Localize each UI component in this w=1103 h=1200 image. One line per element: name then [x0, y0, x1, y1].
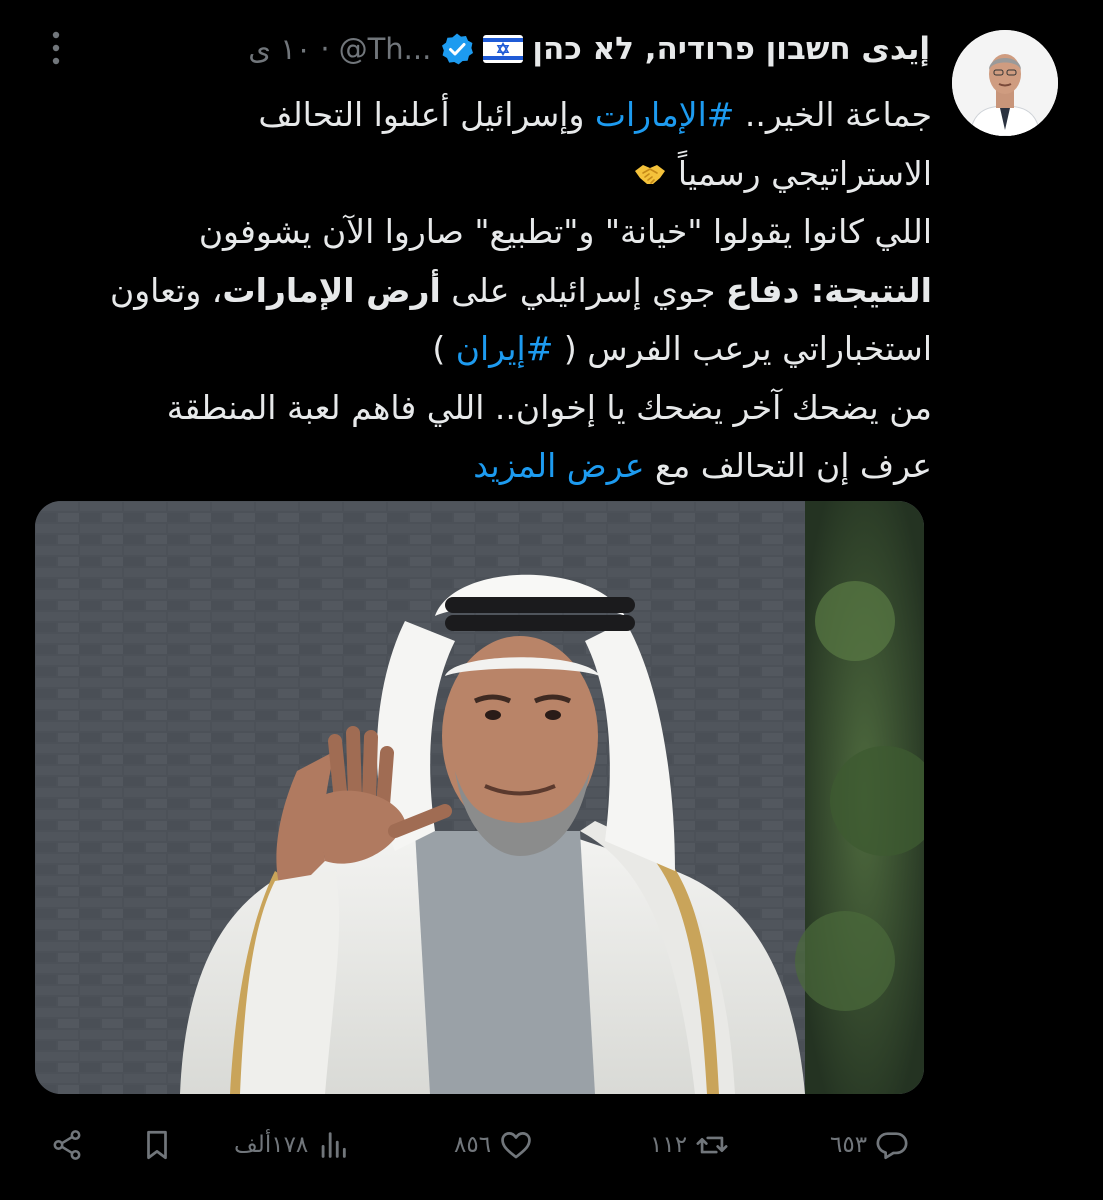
photo-man-waving [35, 501, 924, 1094]
like-count: ٨٥٦ [454, 1132, 492, 1158]
tweet-text: جماعة الخير.. #الإمارات وإسرائيل أعلنوا … [60, 86, 932, 496]
text-segment: اللي كانوا يقولوا "خيانة" و"تطبيع" صاروا… [198, 212, 932, 251]
display-name[interactable]: إيدى חשבון פרודיה, לא כהן [532, 31, 930, 67]
more-button[interactable] [36, 28, 76, 68]
handle[interactable]: @Th... [339, 32, 432, 66]
share-button[interactable] [50, 1115, 84, 1175]
tweet[interactable]: إيدى חשבון פרודיה, לא כהן @Th... · ١٠ ى … [0, 0, 1103, 1200]
tweet-text-line: جماعة الخير.. #الإمارات وإسرائيل أعلنوا … [60, 86, 932, 145]
avatar[interactable] [952, 30, 1058, 136]
share-icon [53, 1130, 81, 1160]
repost-button[interactable]: ١١٢ [650, 1115, 729, 1175]
bold-text: أرض الإمارات [222, 270, 441, 310]
text-segment: ، وتعاون [110, 270, 223, 310]
text-segment: جماعة الخير.. [734, 95, 932, 134]
israel-flag-icon [483, 35, 524, 63]
text-segment: من يضحك آخر يضحك يا إخوان.. اللي فاهم لع… [166, 387, 932, 427]
bold-text: النتيجة: دفاع [725, 270, 932, 310]
text-segment: وإسرائيل أعلنوا التحالف [258, 95, 595, 134]
tweet-text-line: من يضحك آخر يضحك يا إخوان.. اللي فاهم لع… [60, 379, 932, 438]
text-segment: جوي إسرائيلي على [440, 270, 726, 310]
handshake-emoji-icon [633, 149, 667, 184]
like-icon [501, 1132, 531, 1159]
reply-icon [876, 1132, 908, 1160]
text-segment: استخباراتي يرعب الفرس ( [553, 329, 932, 368]
avatar-image [952, 30, 1058, 136]
separator-dot: · [320, 32, 330, 66]
tweet-text-line: النتيجة: دفاع جوي إسرائيلي على أرض الإما… [60, 262, 932, 321]
hashtag-link[interactable]: #إيران [456, 329, 554, 368]
like-button[interactable]: ٨٥٦ [454, 1115, 533, 1175]
repost-count: ١١٢ [650, 1132, 688, 1158]
bookmark-icon [147, 1130, 167, 1160]
bookmark-button[interactable] [140, 1115, 174, 1175]
tweet-header: إيدى חשבון פרודיה, לא כהן @Th... · ١٠ ى [90, 24, 930, 74]
action-bar: ١٧٨ألف ٨٥٦ ١١٢ ٦٥٣ [50, 1115, 930, 1175]
views-button[interactable]: ١٧٨ألف [234, 1115, 350, 1175]
show-more-link[interactable]: عرض المزيد [473, 446, 644, 485]
views-count: ١٧٨ألف [234, 1132, 309, 1158]
reply-count: ٦٥٣ [830, 1132, 868, 1158]
more-icon [52, 31, 60, 65]
tweet-media-photo[interactable] [35, 501, 924, 1094]
tweet-text-line: استخباراتي يرعب الفرس ( #إيران ) [60, 320, 932, 379]
tweet-text-line: الاستراتيجي رسمياً [60, 145, 932, 204]
verified-badge-icon[interactable] [440, 32, 474, 66]
text-segment: الاستراتيجي رسمياً [667, 153, 932, 193]
views-icon [321, 1132, 347, 1158]
hashtag-link[interactable]: #الإمارات [595, 95, 735, 134]
text-segment: ) [432, 329, 456, 368]
tweet-text-line: اللي كانوا يقولوا "خيانة" و"تطبيع" صاروا… [60, 203, 932, 262]
tweet-text-line: عرف إن التحالف مع عرض المزيد [60, 437, 932, 496]
repost-icon [696, 1136, 728, 1154]
timestamp[interactable]: ١٠ ى [248, 32, 311, 66]
text-segment: عرف إن التحالف مع [644, 446, 932, 485]
reply-button[interactable]: ٦٥٣ [830, 1115, 909, 1175]
